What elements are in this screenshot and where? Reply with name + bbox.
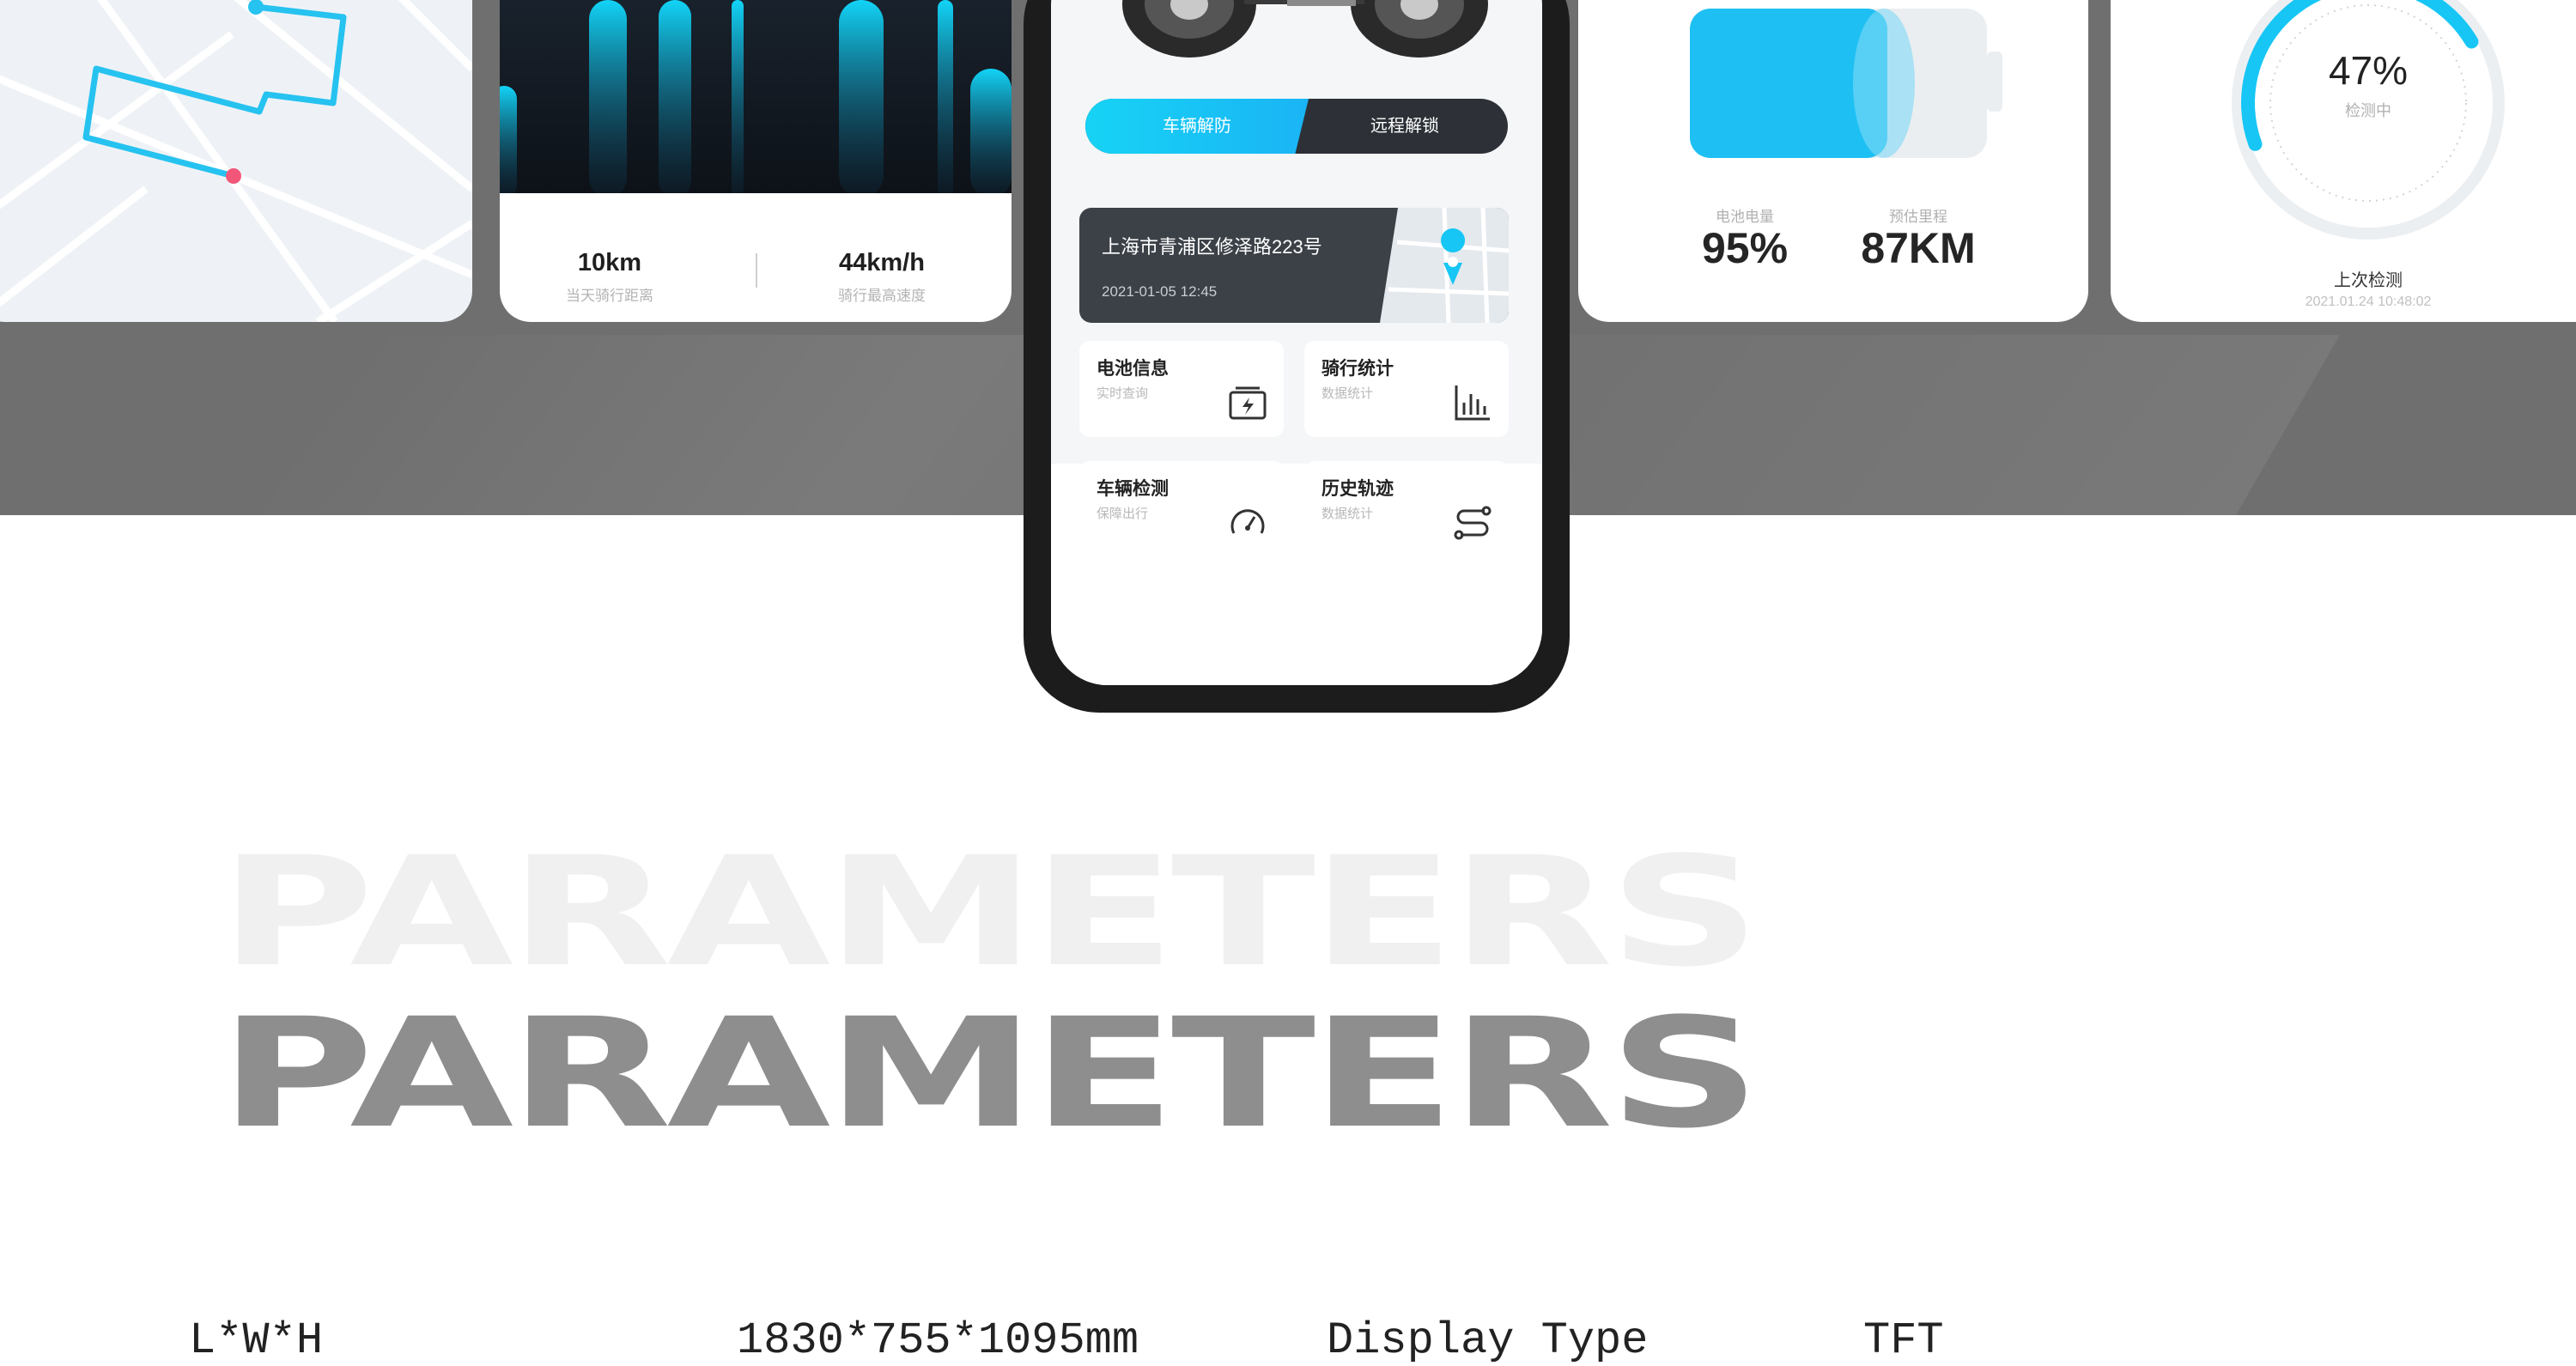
location-address: 上海市青浦区修泽路223号: [1102, 236, 1322, 258]
inspection-gauge: [2232, 0, 2505, 240]
tile-vehicle-check[interactable]: 车辆检测 保障出行: [1079, 461, 1284, 557]
tile-title: 车辆检测: [1097, 479, 1169, 499]
last-inspection-title: 上次检测: [2334, 271, 2403, 290]
battery-icon: [1229, 386, 1267, 420]
tile-history-route[interactable]: 历史轨迹 数据统计: [1304, 461, 1509, 557]
parameters-heading-shadow: PARAMETERS: [219, 824, 1761, 1000]
location-timestamp: 2021-01-05 12:45: [1102, 283, 1218, 300]
location-mini-map: [1380, 208, 1509, 323]
lock-toggle[interactable]: 车辆解防 远程解锁: [1085, 99, 1508, 154]
last-inspection-time: 2021.01.24 10:48:02: [2305, 294, 2432, 309]
riding-stats-card: 10km 当天骑行距离 44km/h 骑行最高速度: [500, 0, 1012, 322]
max-speed-label: 骑行最高速度: [838, 288, 926, 304]
param-label-display: Display Type: [1327, 1315, 1649, 1366]
map-card: [0, 0, 472, 322]
chart-bar: [732, 0, 744, 197]
param-value-display: TFT: [1863, 1315, 1944, 1366]
distance-value: 10km: [577, 249, 642, 276]
tile-title: 骑行统计: [1321, 359, 1394, 379]
speedometer-icon: [1230, 509, 1265, 534]
stat-divider: [756, 253, 757, 288]
distance-label: 当天骑行距离: [566, 288, 653, 304]
tile-subtitle: 保障出行: [1097, 507, 1149, 521]
chart-bar: [970, 69, 1012, 197]
motorcycle-image: [1122, 0, 1488, 58]
max-speed-value: 44km/h: [839, 249, 925, 276]
battery-level-value: 95%: [1701, 224, 1789, 272]
chart-bar: [589, 0, 627, 197]
location-card[interactable]: 上海市青浦区修泽路223号 2021-01-05 12:45: [1079, 208, 1509, 323]
disarm-tab[interactable]: 车辆解防: [1085, 99, 1309, 154]
remote-unlock-tab[interactable]: 远程解锁: [1302, 99, 1508, 154]
parameters-heading: PARAMETERS: [219, 986, 1761, 1162]
chart-bar: [500, 86, 517, 197]
route-icon: [1454, 506, 1492, 540]
chart-bar: [839, 0, 884, 197]
phone-screen: 车辆解防 远程解锁 上海市青浦区修泽路223号 2021-01-05 12:45…: [1051, 0, 1542, 685]
tile-title: 电池信息: [1097, 359, 1169, 379]
param-value-dimensions: 1830*755*1095mm: [737, 1315, 1139, 1366]
chart-bar: [938, 0, 953, 197]
tile-riding-stats[interactable]: 骑行统计 数据统计: [1304, 341, 1509, 437]
tile-subtitle: 实时查询: [1097, 386, 1149, 401]
tile-subtitle: 数据统计: [1321, 386, 1374, 401]
gauge-status: 检测中: [2345, 102, 2391, 119]
gauge-percent: 47%: [2328, 48, 2409, 93]
tile-title: 历史轨迹: [1321, 479, 1394, 499]
speed-chart: [500, 0, 1012, 197]
tile-battery-info[interactable]: 电池信息 实时查询: [1079, 341, 1284, 437]
battery-graphic: [1690, 9, 2002, 158]
range-value: 87KM: [1861, 224, 1976, 272]
inspection-card: 47% 检测中 上次检测 2021.01.24 10:48:02: [2111, 0, 2576, 322]
tile-subtitle: 数据统计: [1321, 507, 1374, 521]
param-label-dimensions: L*W*H: [189, 1315, 324, 1366]
bar-chart-icon: [1455, 386, 1490, 421]
route-end-point: [226, 168, 241, 184]
chart-bar: [659, 0, 691, 197]
location-pin-icon: [1441, 228, 1466, 252]
route-map: [0, 0, 472, 322]
gauge-progress-arc: [2241, 0, 2495, 230]
battery-card: 电池电量 95% 预估里程 87KM: [1578, 0, 2088, 322]
